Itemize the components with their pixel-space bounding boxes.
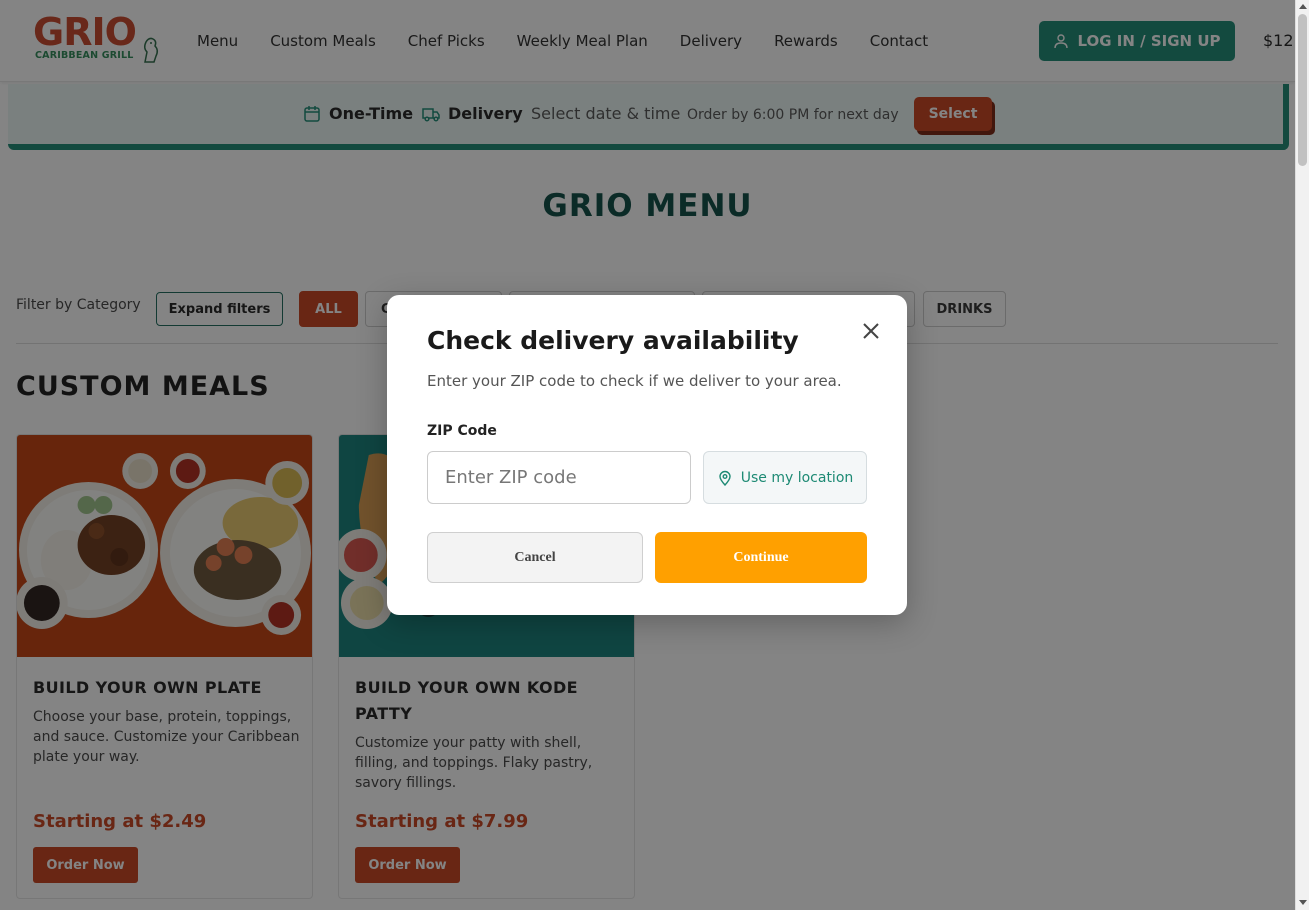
- scroll-up-arrow-icon[interactable]: [1299, 4, 1307, 9]
- scrollbar-thumb[interactable]: [1298, 14, 1307, 166]
- location-pin-icon: [719, 470, 731, 486]
- zip-code-input[interactable]: [427, 451, 691, 504]
- close-icon[interactable]: [859, 319, 883, 343]
- scroll-down-arrow-icon[interactable]: [1299, 900, 1307, 905]
- zip-code-label: ZIP Code: [427, 423, 497, 439]
- modal-subtitle: Enter your ZIP code to check if we deliv…: [427, 372, 842, 390]
- use-my-location-label: Use my location: [740, 469, 854, 486]
- use-my-location-button[interactable]: Use my location: [703, 451, 867, 504]
- cancel-button[interactable]: Cancel: [427, 532, 643, 583]
- modal-title: Check delivery availability: [427, 326, 799, 355]
- continue-button[interactable]: Continue: [655, 532, 867, 583]
- delivery-check-modal: Check delivery availability Enter your Z…: [387, 295, 907, 615]
- page-scrollbar[interactable]: [1295, 0, 1309, 910]
